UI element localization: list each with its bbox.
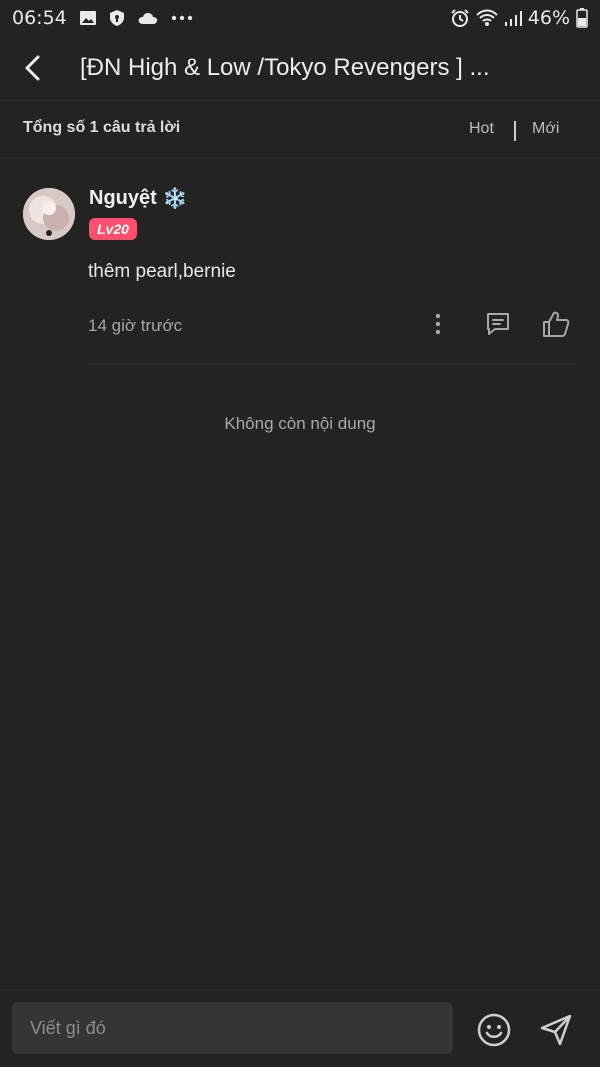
snowflake-icon: ❄️ <box>162 188 188 210</box>
send-button[interactable] <box>536 1010 576 1050</box>
sort-divider <box>514 121 516 141</box>
comment-username[interactable]: Nguyệt ❄️ <box>89 186 188 211</box>
page-title: [ĐN High & Low /Tokyo Revengers ] ... <box>80 54 490 81</box>
smiley-icon <box>477 1013 511 1047</box>
sort-new-tab[interactable]: Mới <box>532 120 559 138</box>
username-text: Nguyệt <box>89 187 157 209</box>
more-options-button[interactable] <box>426 310 450 338</box>
signal-icon <box>504 9 522 27</box>
battery-percent: 46% <box>527 7 570 29</box>
emoji-button[interactable] <box>475 1011 513 1049</box>
cloud-icon <box>137 10 159 26</box>
shield-icon <box>109 9 125 27</box>
comment-divider <box>88 363 576 364</box>
more-dots-icon <box>171 15 193 21</box>
reply-button[interactable] <box>482 308 514 340</box>
comment-timestamp: 14 giờ trước <box>88 316 183 335</box>
thumbs-up-icon <box>543 311 570 337</box>
comment-composer <box>0 989 600 1067</box>
sort-bar: Tổng số 1 câu trả lời Hot Mới <box>0 101 600 158</box>
status-bar: 06:54 46% <box>0 0 600 36</box>
alarm-icon <box>450 8 470 28</box>
reply-count-label: Tổng số 1 câu trả lời <box>23 119 181 136</box>
like-button[interactable] <box>540 308 572 340</box>
comment-icon <box>487 313 509 335</box>
chevron-left-icon <box>25 55 40 81</box>
battery-icon <box>576 8 588 28</box>
sort-hot-tab[interactable]: Hot <box>469 120 494 138</box>
send-icon <box>540 1014 572 1046</box>
back-button[interactable] <box>14 50 50 86</box>
image-icon <box>79 9 97 27</box>
wifi-icon <box>476 9 498 27</box>
comment-item: Nguyệt ❄️ Lv20 thêm pearl,bernie 14 giờ … <box>0 186 600 366</box>
end-of-list-text: Không còn nội dung <box>224 414 376 433</box>
level-badge: Lv20 <box>89 218 137 240</box>
comment-input[interactable] <box>12 1002 453 1054</box>
comment-text: thêm pearl,bernie <box>88 261 236 282</box>
app-header: [ĐN High & Low /Tokyo Revengers ] ... <box>0 36 600 101</box>
vertical-dots-icon <box>435 313 441 335</box>
avatar[interactable] <box>23 188 75 240</box>
status-time: 06:54 <box>12 7 67 29</box>
